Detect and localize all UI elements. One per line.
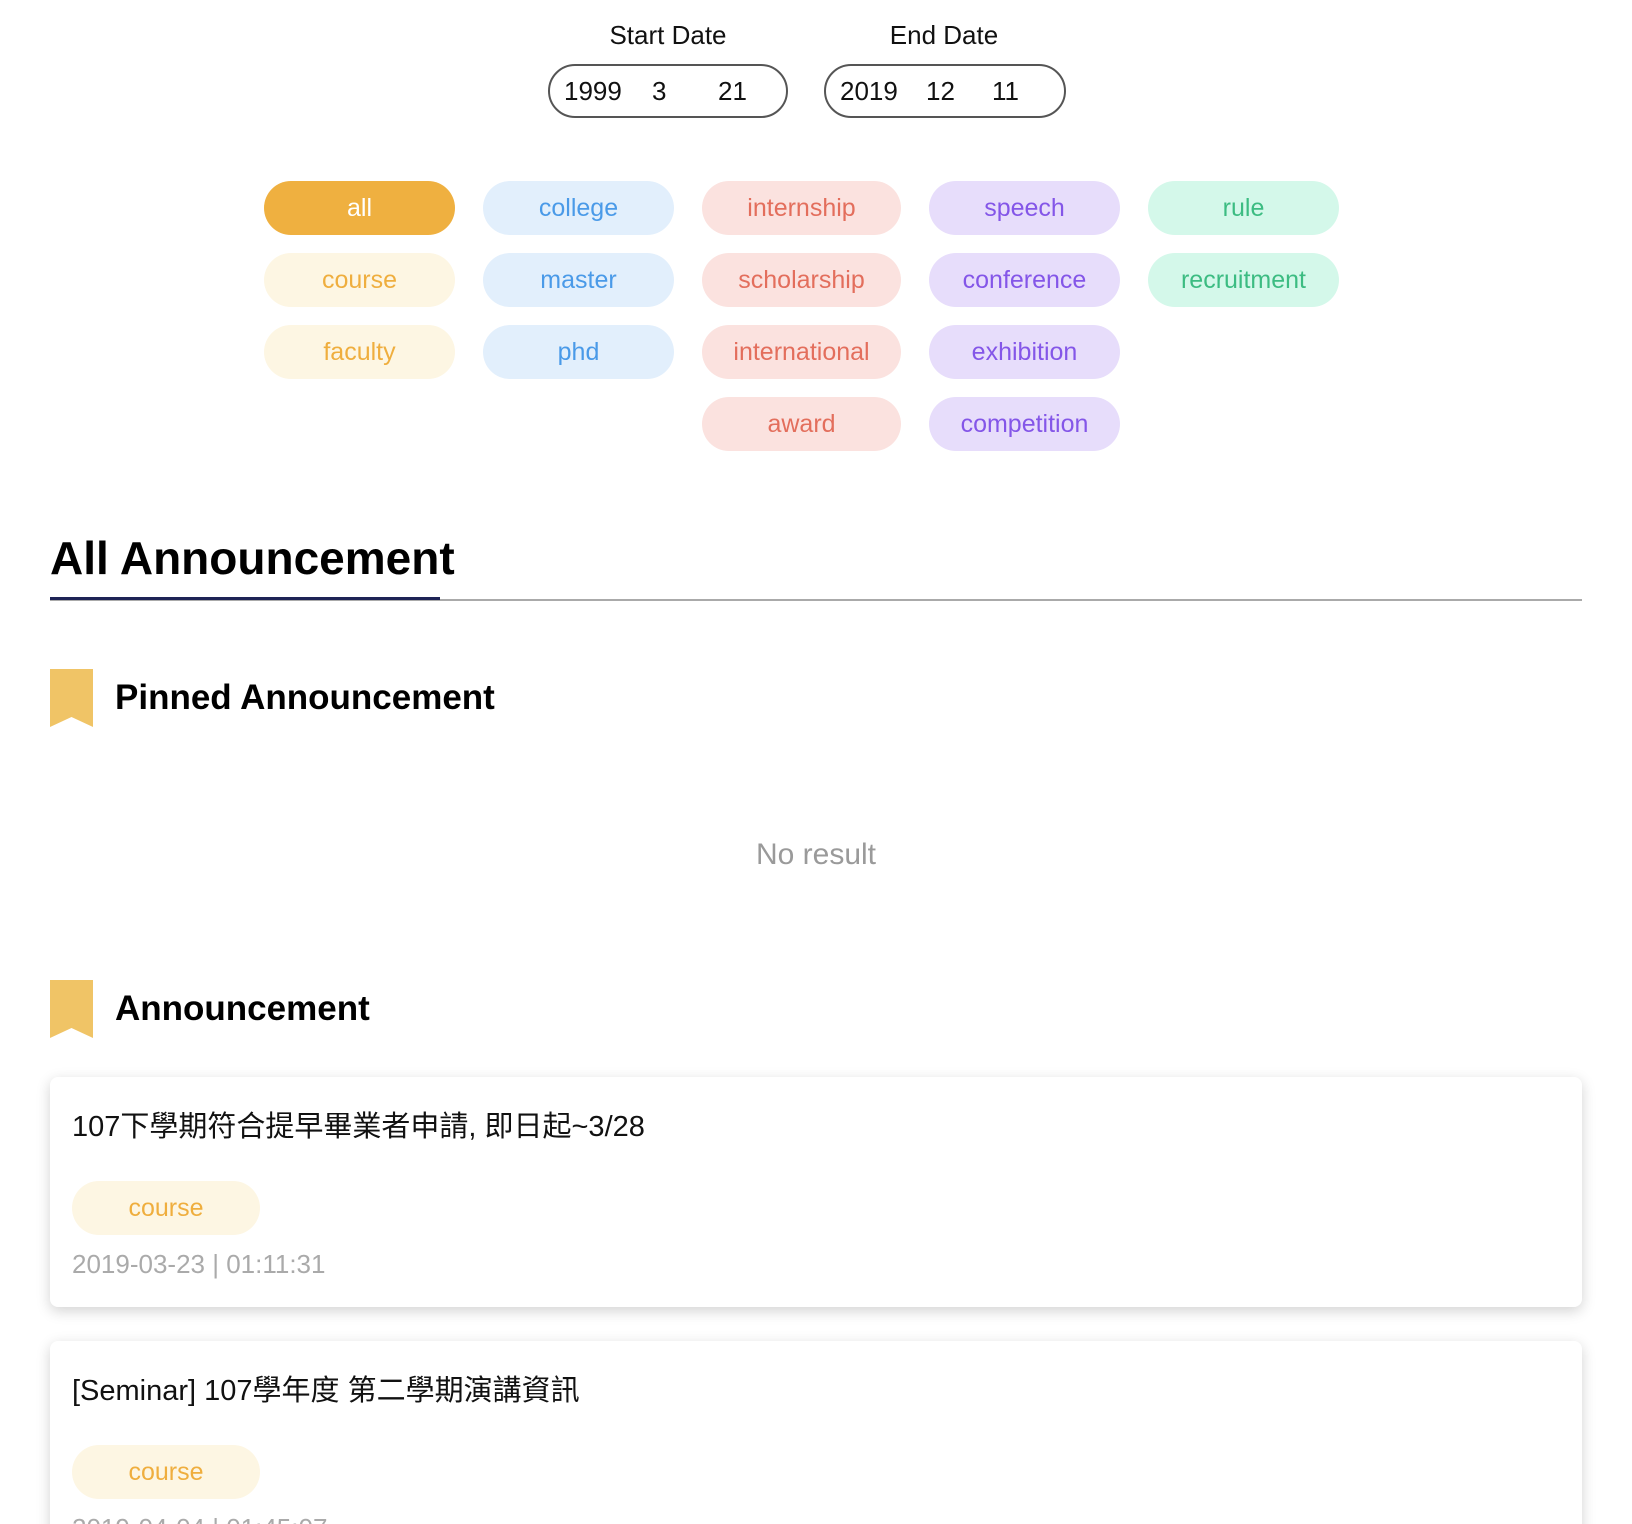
bookmark-icon [50,980,93,1038]
announcement-card-tag[interactable]: course [72,1445,260,1499]
announcement-card[interactable]: 107下學期符合提早畢業者申請, 即日起~3/28 course 2019-03… [50,1077,1582,1307]
end-date-filter: End Date 2019 12 11 [824,18,1066,118]
title-underline [50,597,440,600]
tag-phd[interactable]: phd [483,325,674,379]
tag-exhibition[interactable]: exhibition [929,325,1120,379]
start-date-filter: Start Date 1999 3 21 [548,18,788,118]
start-date-year[interactable]: 1999 [564,76,652,107]
tag-award[interactable]: award [702,397,901,451]
end-date-month[interactable]: 12 [926,76,992,107]
tag-faculty[interactable]: faculty [264,325,455,379]
tag-course[interactable]: course [264,253,455,307]
announcement-header: Announcement [50,979,370,1039]
tag-rule[interactable]: rule [1148,181,1339,235]
pinned-empty-state: No result [755,838,877,871]
end-date-label: End Date [889,20,999,50]
end-date-input[interactable]: 2019 12 11 [824,64,1066,118]
tag-speech[interactable]: speech [929,181,1120,235]
page: Start Date 1999 3 21 End Date 2019 12 11… [0,0,1632,1524]
announcement-card-tag[interactable]: course [72,1181,260,1235]
announcement-card-title[interactable]: 107下學期符合提早畢業者申請, 即日起~3/28 [72,1103,645,1145]
tag-internship[interactable]: internship [702,181,901,235]
pinned-announcement-header: Pinned Announcement [50,668,495,728]
tag-international[interactable]: international [702,325,901,379]
tag-conference[interactable]: conference [929,253,1120,307]
announcement-card-title[interactable]: [Seminar] 107學年度 第二學期演講資訊 [72,1367,580,1409]
start-date-input[interactable]: 1999 3 21 [548,64,788,118]
tag-scholarship[interactable]: scholarship [702,253,901,307]
start-date-month[interactable]: 3 [652,76,718,107]
announcement-title: Announcement [115,989,370,1028]
start-date-day[interactable]: 21 [718,76,778,107]
end-date-year[interactable]: 2019 [840,76,926,107]
tag-competition[interactable]: competition [929,397,1120,451]
end-date-day[interactable]: 11 [992,76,1052,107]
bookmark-icon [50,669,93,727]
tag-college[interactable]: college [483,181,674,235]
announcement-card[interactable]: [Seminar] 107學年度 第二學期演講資訊 course 2019-04… [50,1341,1582,1524]
tag-recruitment[interactable]: recruitment [1148,253,1339,307]
pinned-announcement-title: Pinned Announcement [115,678,495,717]
announcement-card-date: 2019-04-04 | 01:45:07 [72,1513,327,1524]
tag-all[interactable]: all [264,181,455,235]
start-date-label: Start Date [609,20,727,50]
announcement-card-date: 2019-03-23 | 01:11:31 [72,1249,326,1279]
page-title: All Announcement [50,532,455,584]
tag-master[interactable]: master [483,253,674,307]
